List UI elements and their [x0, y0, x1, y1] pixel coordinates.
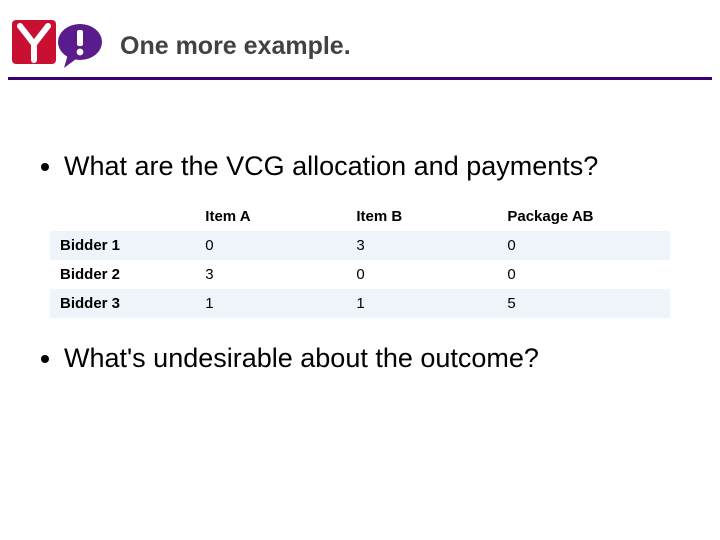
table-cell-label: Bidder 1	[50, 231, 195, 260]
table-header-cell: Package AB	[497, 202, 670, 231]
table-cell: 0	[195, 231, 346, 260]
table-cell: 5	[497, 289, 670, 318]
slide-body: What are the VCG allocation and payments…	[0, 80, 720, 376]
bullet-list: What are the VCG allocation and payments…	[36, 150, 684, 184]
table-header-cell: Item A	[195, 202, 346, 231]
table-cell: 0	[497, 260, 670, 289]
bids-table: Item A Item B Package AB Bidder 1 0 3 0 …	[50, 202, 670, 318]
slide: One more example. What are the VCG alloc…	[0, 0, 720, 540]
table-header-cell: Item B	[346, 202, 497, 231]
table-cell: 3	[346, 231, 497, 260]
bullet-item: What's undesirable about the outcome?	[64, 342, 684, 376]
table-cell: 3	[195, 260, 346, 289]
yahoo-logo-icon	[6, 14, 114, 74]
table-cell-label: Bidder 3	[50, 289, 195, 318]
bullet-list: What's undesirable about the outcome?	[36, 342, 684, 376]
bullet-item: What are the VCG allocation and payments…	[64, 150, 684, 184]
table-cell: 1	[195, 289, 346, 318]
slide-header: One more example.	[0, 0, 720, 80]
table-cell: 1	[346, 289, 497, 318]
table-header-cell	[50, 202, 195, 231]
table-cell: 0	[497, 231, 670, 260]
slide-title: One more example.	[120, 32, 720, 61]
header-divider	[8, 77, 712, 80]
table-cell: 0	[346, 260, 497, 289]
table-row: Bidder 1 0 3 0	[50, 231, 670, 260]
table-cell-label: Bidder 2	[50, 260, 195, 289]
table-header-row: Item A Item B Package AB	[50, 202, 670, 231]
table-row: Bidder 3 1 1 5	[50, 289, 670, 318]
table-row: Bidder 2 3 0 0	[50, 260, 670, 289]
